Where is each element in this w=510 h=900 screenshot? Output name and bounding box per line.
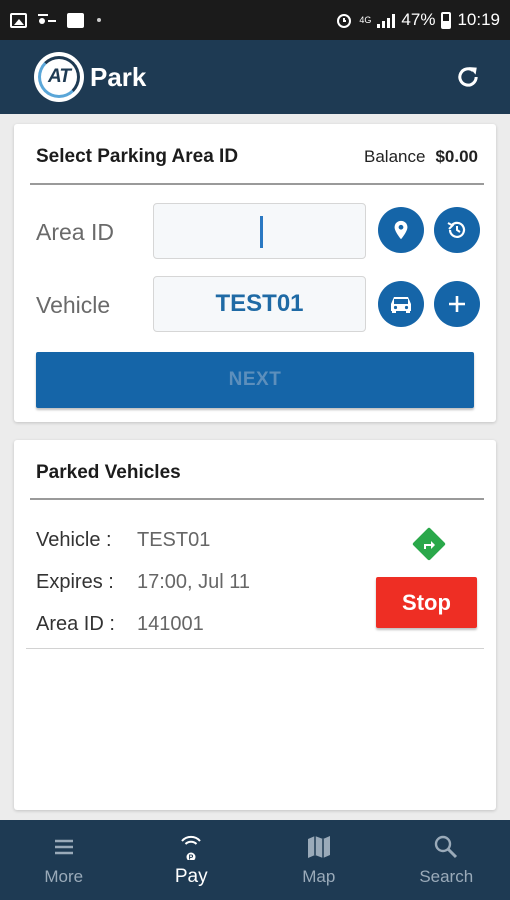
car-icon: [391, 297, 411, 313]
nav-item-map[interactable]: Map: [255, 820, 383, 900]
vehicle-key: Vehicle :: [36, 529, 112, 551]
area-id-field[interactable]: [153, 203, 366, 259]
parked-vehicle-row: Vehicle : TEST01: [36, 529, 210, 552]
status-bar: 4G 47% 10:19: [0, 0, 510, 40]
area-id-label: Area ID: [36, 219, 114, 245]
nav-label-map: Map: [302, 867, 336, 886]
pay-icon: P: [177, 832, 205, 860]
location-pin-icon: [394, 220, 408, 240]
nav-item-pay[interactable]: P Pay: [128, 820, 256, 900]
search-icon: [432, 833, 460, 861]
navigate-button[interactable]: [412, 527, 446, 561]
network-type: 4G: [359, 14, 372, 25]
location-button[interactable]: [378, 207, 424, 253]
select-parking-title: Select Parking Area ID: [36, 146, 239, 167]
refresh-button[interactable]: [450, 59, 486, 95]
select-parking-card: Select Parking Area ID Balance $0.00 Area…: [14, 124, 496, 422]
logo-text: AT: [48, 66, 71, 87]
at-logo: AT: [34, 52, 84, 102]
svg-text:P: P: [189, 855, 194, 861]
expires-value: 17:00, Jul 11: [137, 571, 251, 593]
history-button[interactable]: [434, 207, 480, 253]
balance-label: Balance: [364, 147, 426, 166]
parked-vehicles-title: Parked Vehicles: [36, 462, 181, 483]
stop-button[interactable]: Stop: [376, 577, 477, 628]
add-vehicle-button[interactable]: [434, 281, 480, 327]
directions-icon: [424, 541, 435, 549]
section-divider: [30, 498, 484, 500]
cast-notification-icon: [38, 14, 56, 24]
plus-icon: [449, 296, 465, 312]
clock: 10:19: [457, 10, 500, 29]
more-notifications-icon: [97, 18, 101, 22]
nav-item-search[interactable]: Search: [383, 820, 510, 900]
nav-label-search: Search: [419, 867, 474, 886]
balance: Balance $0.00: [364, 147, 478, 167]
nav-label-pay: Pay: [174, 866, 208, 887]
section-divider: [30, 183, 484, 185]
menu-icon: [50, 833, 78, 861]
area-id-row: Area ID : 141001: [36, 613, 204, 636]
area-id-key: Area ID :: [36, 613, 115, 635]
alarm-icon: [337, 14, 352, 28]
select-vehicle-button[interactable]: [378, 281, 424, 327]
vehicle-field[interactable]: [153, 276, 366, 332]
expires-key: Expires :: [36, 571, 114, 593]
vehicle-value: TEST01: [137, 529, 211, 551]
vehicle-input[interactable]: [154, 277, 365, 331]
nav-item-more[interactable]: More: [0, 820, 128, 900]
gallery-notification-icon: [10, 12, 27, 28]
refresh-icon: [458, 67, 478, 87]
history-icon: [447, 221, 466, 238]
text-cursor: [260, 216, 263, 248]
battery-icon: [441, 11, 452, 29]
signal-icon: [377, 13, 396, 28]
area-id-value: 141001: [137, 613, 204, 635]
app-notification-icon: [67, 12, 84, 28]
app-header: AT Park: [0, 40, 510, 114]
balance-value: $0.00: [435, 147, 478, 166]
battery-percent: 47%: [401, 10, 436, 29]
parked-vehicles-card: Parked Vehicles Vehicle : TEST01 Expires…: [14, 440, 496, 810]
app-title: Park: [90, 61, 147, 92]
vehicle-label: Vehicle: [36, 292, 111, 318]
row-divider: [26, 648, 484, 649]
nav-label-more: More: [44, 867, 84, 886]
map-icon: [305, 833, 333, 861]
next-button[interactable]: NEXT: [36, 352, 474, 408]
expires-row: Expires : 17:00, Jul 11: [36, 571, 250, 594]
bottom-nav: More P Pay Map Search: [0, 820, 510, 900]
